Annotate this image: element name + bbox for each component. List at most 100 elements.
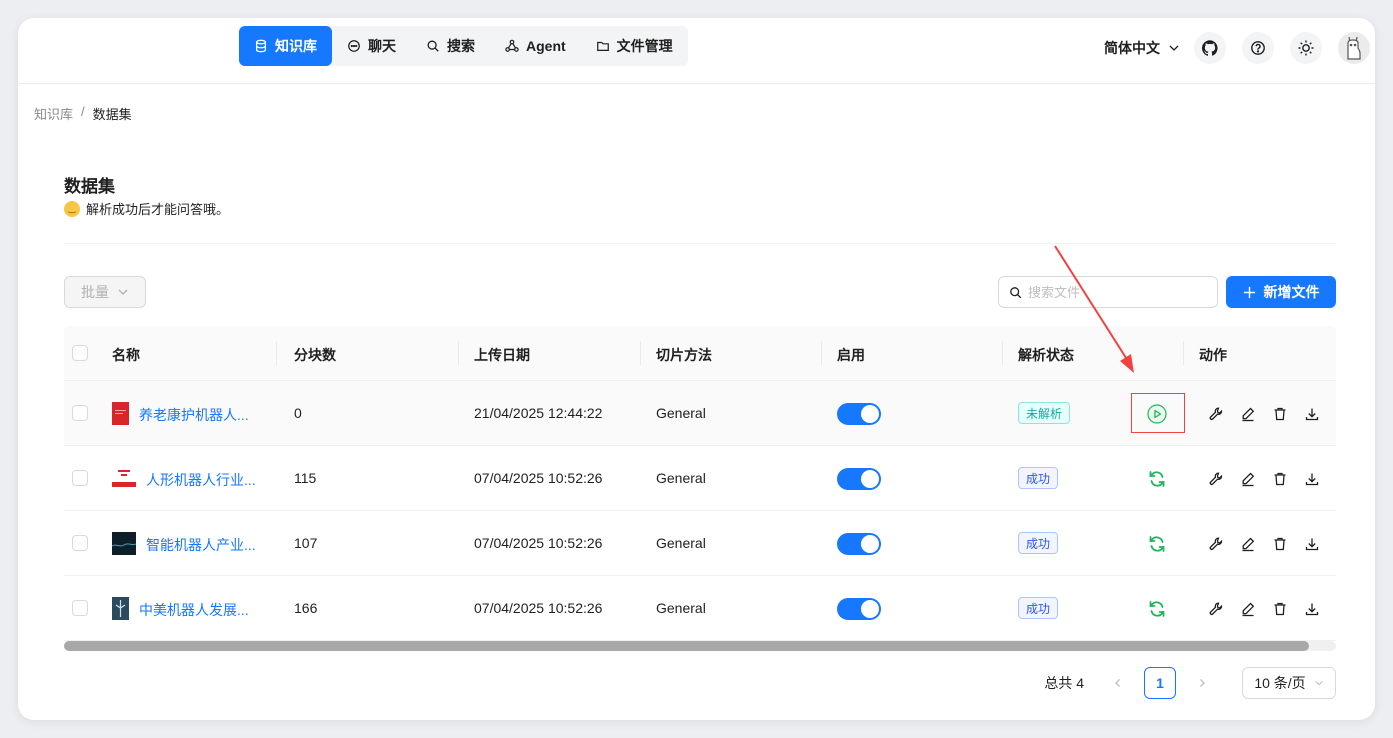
agent-icon bbox=[505, 39, 519, 52]
table-row[interactable]: 养老康护机器人... 0 21/04/2025 12:44:22 General… bbox=[64, 381, 1336, 446]
breadcrumb-root[interactable]: 知识库 bbox=[34, 104, 73, 123]
refresh-icon[interactable] bbox=[1147, 469, 1167, 489]
chat-icon bbox=[348, 40, 360, 52]
enable-toggle[interactable] bbox=[837, 403, 881, 425]
edit-icon[interactable] bbox=[1240, 406, 1256, 422]
column-separator bbox=[458, 341, 459, 365]
status-badge: 成功 bbox=[1018, 467, 1059, 489]
chevron-left-icon bbox=[1115, 679, 1120, 687]
page-title: 数据集 bbox=[64, 177, 115, 196]
enable-toggle[interactable] bbox=[837, 598, 881, 620]
file-search-input[interactable] bbox=[1028, 284, 1208, 300]
page-size-select[interactable]: 10 条/页 bbox=[1242, 667, 1336, 699]
language-selector[interactable]: 简体中文 bbox=[1104, 38, 1180, 58]
enable-toggle[interactable] bbox=[837, 468, 881, 490]
file-search-box[interactable] bbox=[998, 276, 1218, 308]
chevron-down-icon bbox=[1314, 680, 1323, 686]
add-file-button[interactable]: 新增文件 bbox=[1226, 276, 1336, 308]
file-name-link[interactable]: 养老康护机器人... bbox=[139, 405, 249, 425]
wrench-icon[interactable] bbox=[1208, 536, 1224, 552]
file-thumbnail[interactable] bbox=[112, 597, 129, 620]
file-name-link[interactable]: 人形机器人行业... bbox=[146, 470, 256, 490]
upload-date: 07/04/2025 10:52:26 bbox=[474, 535, 603, 551]
file-thumbnail[interactable] bbox=[112, 467, 136, 490]
chunk-count: 115 bbox=[294, 470, 317, 486]
column-header-enabled[interactable]: 启用 bbox=[837, 345, 865, 365]
enable-toggle[interactable] bbox=[837, 533, 881, 555]
chevron-down-icon bbox=[1169, 45, 1179, 51]
chunk-method[interactable]: General bbox=[656, 535, 706, 551]
page-number-button[interactable]: 1 bbox=[1144, 667, 1176, 699]
file-thumbnail[interactable] bbox=[112, 402, 129, 425]
nav-agent[interactable]: Agent bbox=[490, 26, 581, 66]
column-header-parse-status[interactable]: 解析状态 bbox=[1018, 345, 1074, 365]
delete-icon[interactable] bbox=[1272, 471, 1288, 487]
row-checkbox[interactable] bbox=[72, 600, 88, 616]
download-icon[interactable] bbox=[1304, 406, 1320, 422]
breadcrumb-separator: / bbox=[81, 104, 85, 119]
nav-label: 聊天 bbox=[368, 38, 396, 54]
prev-page-button[interactable] bbox=[1102, 667, 1134, 699]
row-checkbox[interactable] bbox=[72, 405, 88, 421]
help-button[interactable] bbox=[1242, 32, 1274, 64]
page-subtitle: 解析成功后才能问答哦。 bbox=[86, 202, 230, 217]
table-row[interactable]: 智能机器人产业... 107 07/04/2025 10:52:26 Gener… bbox=[64, 511, 1336, 576]
edit-icon[interactable] bbox=[1240, 601, 1256, 617]
header-right: 简体中文 bbox=[1104, 31, 1375, 65]
wrench-icon[interactable] bbox=[1208, 471, 1224, 487]
llama-avatar-icon bbox=[1347, 36, 1361, 60]
dataset-table: 名称 分块数 上传日期 切片方法 启用 解析状态 动作 养老康护机器人... 0… bbox=[64, 326, 1336, 641]
column-header-chunk-method[interactable]: 切片方法 bbox=[656, 345, 712, 365]
github-button[interactable] bbox=[1194, 32, 1226, 64]
batch-button[interactable]: 批量 bbox=[64, 276, 146, 308]
user-avatar[interactable] bbox=[1338, 32, 1370, 64]
delete-icon[interactable] bbox=[1272, 536, 1288, 552]
next-page-button[interactable] bbox=[1186, 667, 1218, 699]
breadcrumb: 知识库 / 数据集 bbox=[34, 104, 132, 123]
file-thumbnail[interactable] bbox=[112, 532, 136, 555]
sun-icon bbox=[1298, 40, 1314, 56]
nav-knowledge-base[interactable]: 知识库 bbox=[239, 26, 332, 66]
nav-search[interactable]: 搜索 bbox=[411, 26, 490, 66]
theme-toggle-button[interactable] bbox=[1290, 32, 1322, 64]
refresh-icon[interactable] bbox=[1147, 599, 1167, 619]
nav-chat[interactable]: 聊天 bbox=[332, 26, 411, 66]
database-icon bbox=[255, 39, 267, 53]
download-icon[interactable] bbox=[1304, 471, 1320, 487]
select-all-checkbox[interactable] bbox=[72, 345, 88, 361]
nav-label: Agent bbox=[526, 38, 566, 54]
edit-icon[interactable] bbox=[1240, 471, 1256, 487]
wrench-icon[interactable] bbox=[1208, 601, 1224, 617]
row-checkbox[interactable] bbox=[72, 535, 88, 551]
chunk-count: 166 bbox=[294, 600, 318, 616]
edit-icon[interactable] bbox=[1240, 536, 1256, 552]
page-size-label: 10 条/页 bbox=[1254, 675, 1306, 691]
download-icon[interactable] bbox=[1304, 601, 1320, 617]
column-header-upload-date[interactable]: 上传日期 bbox=[474, 345, 530, 365]
chunk-method[interactable]: General bbox=[656, 600, 706, 616]
row-checkbox[interactable] bbox=[72, 470, 88, 486]
file-name-link[interactable]: 中美机器人发展... bbox=[139, 600, 249, 620]
column-separator bbox=[1183, 341, 1184, 365]
horizontal-scrollbar[interactable] bbox=[64, 641, 1336, 651]
wrench-icon[interactable] bbox=[1208, 406, 1224, 422]
delete-icon[interactable] bbox=[1272, 601, 1288, 617]
download-icon[interactable] bbox=[1304, 536, 1320, 552]
nav-file-manager[interactable]: 文件管理 bbox=[581, 26, 688, 66]
status-badge: 成功 bbox=[1018, 597, 1059, 619]
table-row[interactable]: 人形机器人行业... 115 07/04/2025 10:52:26 Gener… bbox=[64, 446, 1336, 511]
table-row[interactable]: 中美机器人发展... 166 07/04/2025 10:52:26 Gener… bbox=[64, 576, 1336, 641]
plus-icon bbox=[1243, 286, 1255, 298]
refresh-icon[interactable] bbox=[1147, 534, 1167, 554]
annotation-highlight-box bbox=[1131, 393, 1185, 433]
chunk-method[interactable]: General bbox=[656, 405, 706, 421]
column-header-name[interactable]: 名称 bbox=[112, 345, 140, 365]
delete-icon[interactable] bbox=[1272, 406, 1288, 422]
search-icon bbox=[427, 40, 439, 52]
main-nav: 知识库 聊天 搜索 Agent 文件管理 bbox=[239, 26, 688, 66]
scrollbar-thumb[interactable] bbox=[64, 641, 1309, 651]
chunk-method[interactable]: General bbox=[656, 470, 706, 486]
column-header-chunks[interactable]: 分块数 bbox=[294, 345, 336, 365]
help-icon bbox=[1251, 41, 1265, 55]
file-name-link[interactable]: 智能机器人产业... bbox=[146, 535, 256, 555]
